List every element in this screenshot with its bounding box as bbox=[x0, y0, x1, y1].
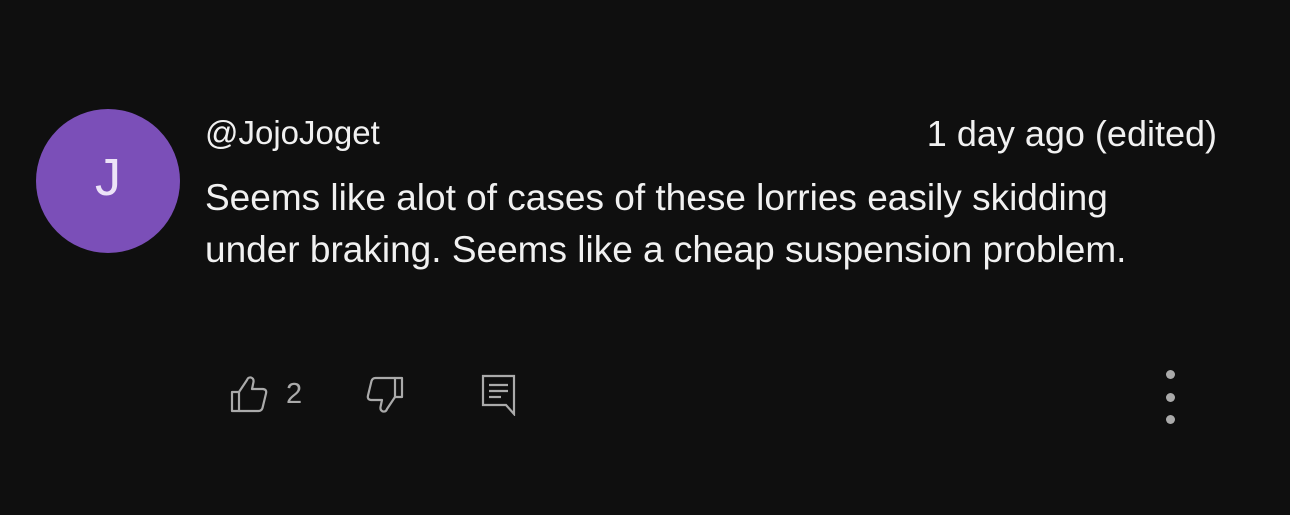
thumbs-up-icon bbox=[229, 374, 269, 414]
thumbs-down-icon bbox=[365, 374, 405, 414]
dislike-button[interactable] bbox=[365, 374, 405, 414]
more-vertical-icon bbox=[1165, 370, 1175, 379]
reply-comment-icon bbox=[481, 374, 517, 416]
comment-thread-item: J @JojoJoget 1 day ago (edited) Seems li… bbox=[0, 0, 1290, 515]
comment-timestamp[interactable]: 1 day ago (edited) bbox=[927, 114, 1217, 154]
more-options-button[interactable] bbox=[1154, 370, 1186, 424]
reply-button[interactable] bbox=[481, 374, 517, 416]
avatar[interactable]: J bbox=[36, 109, 180, 253]
comment-author[interactable]: @JojoJoget bbox=[205, 113, 380, 153]
comment-text: Seems like alot of cases of these lorrie… bbox=[205, 177, 1127, 270]
like-button[interactable]: 2 bbox=[229, 374, 302, 414]
like-count: 2 bbox=[286, 378, 303, 410]
comment-action-bar: 2 bbox=[0, 368, 1290, 428]
avatar-letter: J bbox=[95, 149, 121, 207]
